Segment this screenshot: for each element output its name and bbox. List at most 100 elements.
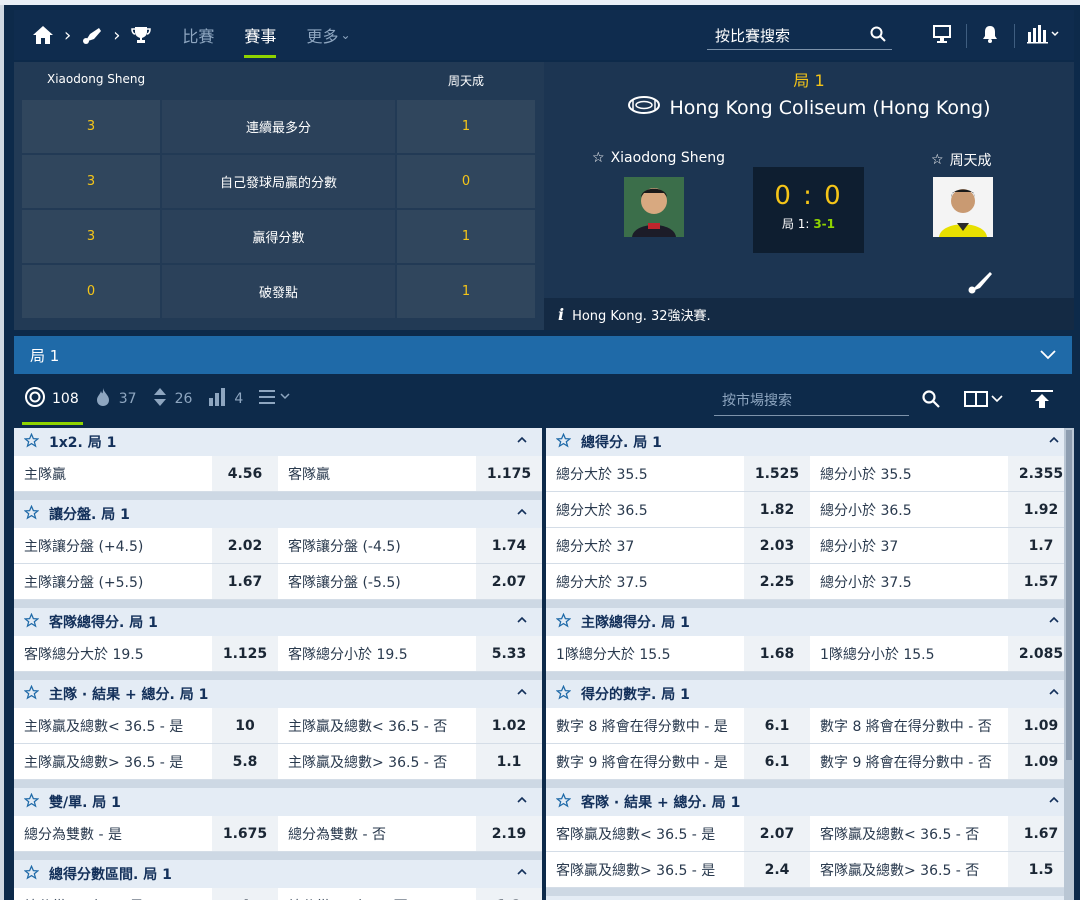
market-header[interactable]: 1x2. 局 1 xyxy=(14,428,542,456)
odds-button[interactable]: 4 xyxy=(212,888,278,900)
odds-button[interactable]: 2.19 xyxy=(476,816,542,851)
outcome-label[interactable]: 總分小於 37 xyxy=(810,528,1008,563)
outcome-label[interactable]: 總分大於 37 xyxy=(546,528,744,563)
collapse-all-icon[interactable] xyxy=(1030,389,1054,413)
star-icon[interactable]: ☆ xyxy=(931,152,944,168)
set-selector[interactable]: 局 1 xyxy=(14,336,1072,374)
chevron-up-icon[interactable] xyxy=(1048,434,1060,450)
outcome-label[interactable]: 客隊贏及總數> 36.5 - 否 xyxy=(810,852,1008,887)
outcome-label[interactable]: 總分大於 36.5 xyxy=(546,492,744,527)
outcome-label[interactable]: 數字 8 將會在得分數中 - 是 xyxy=(546,708,744,743)
chevron-up-icon[interactable] xyxy=(516,506,528,522)
badminton-icon[interactable] xyxy=(81,24,103,46)
odds-button[interactable]: 1.2 xyxy=(476,888,542,900)
star-icon[interactable] xyxy=(23,612,40,632)
market-header[interactable]: 主隊總得分. 局 1 xyxy=(546,608,1074,636)
chevron-up-icon[interactable] xyxy=(1048,794,1060,810)
outcome-label[interactable]: 客隊贏及總數< 36.5 - 是 xyxy=(546,816,744,851)
market-header[interactable]: 總得分數區間. 局 1 xyxy=(14,860,542,888)
layout-columns-icon[interactable] xyxy=(964,390,1006,412)
star-icon[interactable] xyxy=(23,684,40,704)
outcome-label[interactable]: 1隊總分大於 15.5 xyxy=(546,636,744,671)
odds-button[interactable]: 4.56 xyxy=(212,456,278,491)
star-icon[interactable] xyxy=(555,612,572,632)
market-header[interactable]: 客隊總得分. 局 1 xyxy=(14,608,542,636)
odds-button[interactable]: 1.525 xyxy=(744,456,810,491)
odds-button[interactable]: 1.175 xyxy=(476,456,542,491)
odds-button[interactable]: 6.1 xyxy=(744,744,810,779)
outcome-label[interactable]: 總分大於 37.5 xyxy=(546,564,744,599)
odds-button[interactable]: 1.125 xyxy=(212,636,278,671)
odds-button[interactable]: 1.74 xyxy=(476,528,542,563)
outcome-label[interactable]: 總分從36到37 - 否 xyxy=(278,888,476,900)
outcome-label[interactable]: 總分小於 37.5 xyxy=(810,564,1008,599)
home-player[interactable]: ☆ Xiaodong Sheng xyxy=(592,150,725,166)
outcome-label[interactable]: 主隊贏及總數> 36.5 - 否 xyxy=(278,744,476,779)
chevron-up-icon[interactable] xyxy=(516,434,528,450)
search-icon[interactable] xyxy=(862,26,892,46)
market-header[interactable]: 客隊 · 結果 + 總分. 局 1 xyxy=(546,788,1074,816)
outcome-label[interactable]: 1隊總分小於 15.5 xyxy=(810,636,1008,671)
market-header[interactable]: 總得分. 局 1 xyxy=(546,428,1074,456)
chevron-up-icon[interactable] xyxy=(1048,614,1060,630)
market-header[interactable]: 主隊 · 結果 + 總分. 局 1 xyxy=(14,680,542,708)
odds-button[interactable]: 10 xyxy=(212,708,278,743)
home-icon[interactable] xyxy=(32,24,54,46)
star-icon[interactable] xyxy=(23,504,40,524)
chevron-down-icon[interactable] xyxy=(1040,346,1056,364)
tab-events[interactable]: 賽事 xyxy=(244,10,277,60)
filter-all[interactable]: 108 xyxy=(22,386,83,425)
star-icon[interactable]: ☆ xyxy=(592,150,605,166)
outcome-label[interactable]: 數字 8 將會在得分數中 - 否 xyxy=(810,708,1008,743)
odds-button[interactable]: 2.25 xyxy=(744,564,810,599)
outcome-label[interactable]: 客隊讓分盤 (-5.5) xyxy=(278,564,476,599)
outcome-label[interactable]: 總分從36到37 - 是 xyxy=(14,888,212,900)
outcome-label[interactable]: 主隊贏及總數< 36.5 - 否 xyxy=(278,708,476,743)
tab-more[interactable]: 更多 ⌄ xyxy=(306,10,350,60)
filter-hot[interactable]: 37 xyxy=(95,387,137,411)
bell-icon[interactable] xyxy=(980,24,1000,44)
odds-button[interactable]: 1.67 xyxy=(212,564,278,599)
market-search-input[interactable]: 按市場搜索 xyxy=(714,384,909,416)
star-icon[interactable] xyxy=(555,432,572,452)
filter-handicap[interactable]: 26 xyxy=(153,387,192,411)
odds-button[interactable]: 1.68 xyxy=(744,636,810,671)
odds-button[interactable]: 6.1 xyxy=(744,708,810,743)
tab-matches[interactable]: 比賽 xyxy=(182,10,214,60)
market-header[interactable]: 得分的數字. 局 1 xyxy=(546,680,1074,708)
away-player[interactable]: ☆ 周天成 xyxy=(931,150,992,170)
odds-button[interactable]: 2.07 xyxy=(744,816,810,851)
odds-button[interactable]: 1.82 xyxy=(744,492,810,527)
odds-button[interactable]: 1.675 xyxy=(212,816,278,851)
outcome-label[interactable]: 客隊贏及總數< 36.5 - 否 xyxy=(810,816,1008,851)
outcome-label[interactable]: 客隊總分小於 19.5 xyxy=(278,636,476,671)
market-header[interactable]: 確切得分差距. 局 1 xyxy=(546,896,1074,900)
chevron-up-icon[interactable] xyxy=(516,614,528,630)
market-header[interactable]: 雙/單. 局 1 xyxy=(14,788,542,816)
odds-button[interactable]: 5.33 xyxy=(476,636,542,671)
outcome-label[interactable]: 客隊讓分盤 (-4.5) xyxy=(278,528,476,563)
filter-more[interactable] xyxy=(259,389,291,409)
outcome-label[interactable]: 數字 9 將會在得分數中 - 否 xyxy=(810,744,1008,779)
outcome-label[interactable]: 客隊總分大於 19.5 xyxy=(14,636,212,671)
outcome-label[interactable]: 總分為雙數 - 否 xyxy=(278,816,476,851)
star-icon[interactable] xyxy=(555,684,572,704)
filter-totals[interactable]: 4 xyxy=(208,387,243,411)
outcome-label[interactable]: 主隊贏及總數< 36.5 - 是 xyxy=(14,708,212,743)
match-search-input[interactable]: 按比賽搜索 xyxy=(707,22,892,50)
star-icon[interactable] xyxy=(555,792,572,812)
chevron-up-icon[interactable] xyxy=(516,866,528,882)
chevron-up-icon[interactable] xyxy=(516,794,528,810)
chevron-up-icon[interactable] xyxy=(516,686,528,702)
search-icon[interactable] xyxy=(922,390,940,412)
outcome-label[interactable]: 主隊讓分盤 (+5.5) xyxy=(14,564,212,599)
outcome-label[interactable]: 總分小於 35.5 xyxy=(810,456,1008,491)
market-header[interactable]: 讓分盤. 局 1 xyxy=(14,500,542,528)
outcome-label[interactable]: 總分小於 36.5 xyxy=(810,492,1008,527)
odds-button[interactable]: 5.8 xyxy=(212,744,278,779)
trophy-icon[interactable] xyxy=(130,24,152,46)
outcome-label[interactable]: 客隊贏及總數> 36.5 - 是 xyxy=(546,852,744,887)
odds-button[interactable]: 2.07 xyxy=(476,564,542,599)
outcome-label[interactable]: 主隊贏 xyxy=(14,456,212,491)
odds-button[interactable]: 2.02 xyxy=(212,528,278,563)
